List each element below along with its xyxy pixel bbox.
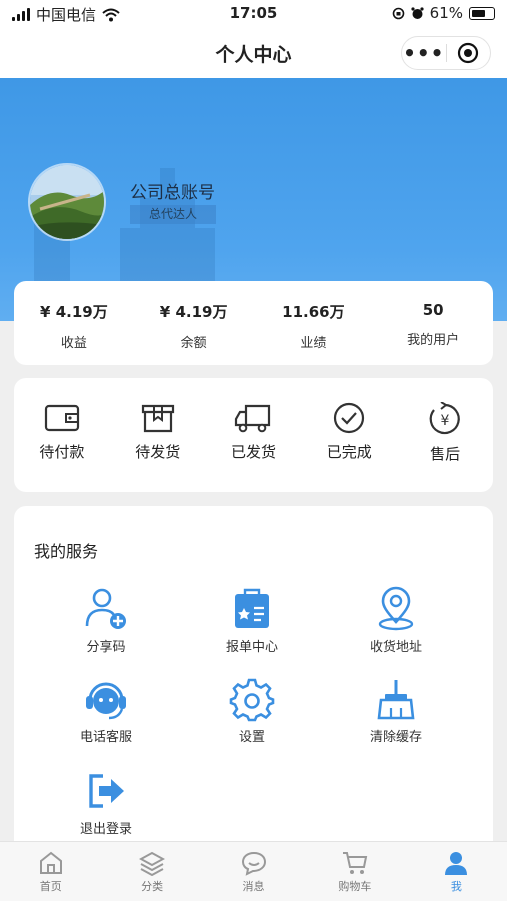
service-logout[interactable]: 退出登录 [26, 768, 186, 837]
services-card: 我的服务 分享码 报单中心 收货地址 电话客服 设置 清除缓存 退出登录 [14, 506, 493, 886]
order-label: 售后 [430, 445, 461, 463]
service-label: 电话客服 [79, 730, 132, 745]
tab-label: 分类 [141, 880, 164, 893]
tab-bar: 首页 分类 消息 购物车 我 [0, 841, 507, 901]
tab-me[interactable]: 我 [406, 842, 507, 901]
service-label: 退出登录 [79, 822, 132, 837]
role-badge: 总代达人 [130, 205, 216, 224]
svg-text:¥: ¥ [441, 413, 450, 429]
logout-icon [89, 774, 124, 808]
stat-label: 我的用户 [407, 333, 460, 348]
order-after-sales[interactable]: ¥ 售后 [397, 378, 493, 492]
layers-icon [139, 851, 166, 876]
service-label: 报单中心 [225, 640, 278, 655]
cart-icon [342, 852, 368, 874]
user-icon [445, 852, 468, 875]
service-settings[interactable]: 设置 [172, 676, 332, 745]
stat-value: ¥ 4.19万 [159, 303, 228, 321]
stat-my-users[interactable]: 50 我的用户 [373, 281, 493, 365]
tab-label: 消息 [242, 880, 265, 893]
service-phone-support[interactable]: 电话客服 [26, 676, 186, 745]
check-circle-icon [334, 402, 365, 434]
stat-value: ¥ 4.19万 [40, 303, 108, 321]
order-completed[interactable]: 已完成 [301, 378, 397, 492]
battery-percent: 61% [429, 4, 463, 22]
refund-icon: ¥ [429, 402, 460, 435]
more-button[interactable]: ••• [402, 37, 446, 69]
stat-balance[interactable]: ¥ 4.19万 余额 [134, 281, 254, 365]
service-order-center[interactable]: 报单中心 [172, 586, 332, 655]
status-bar: 中国电信 17:05 61% [0, 0, 507, 28]
headset-icon [86, 682, 126, 720]
order-bag-icon [235, 588, 269, 628]
stat-performance[interactable]: 11.66万 业绩 [254, 281, 374, 365]
target-icon [458, 42, 479, 64]
wallet-icon [44, 404, 79, 432]
order-shipped[interactable]: 已发货 [206, 378, 302, 492]
service-label: 收货地址 [369, 640, 422, 655]
orders-card: 待付款 待发货 已发货 已完成 ¥ 售后 [14, 378, 493, 492]
broom-icon [377, 680, 415, 720]
close-button[interactable] [447, 42, 491, 64]
mini-program-capsule: ••• [401, 36, 491, 70]
tab-label: 我 [450, 880, 462, 893]
order-label: 待付款 [39, 443, 85, 461]
gear-icon [229, 678, 275, 722]
service-share-code[interactable]: 分享码 [26, 586, 186, 655]
battery-icon [469, 6, 495, 20]
order-label: 已发货 [230, 443, 276, 461]
tab-label: 首页 [39, 880, 62, 893]
service-shipping-address[interactable]: 收货地址 [316, 586, 476, 655]
alarm-icon [411, 6, 424, 19]
avatar-image [30, 165, 104, 239]
status-right: 61% [392, 4, 495, 22]
box-icon [141, 404, 174, 433]
nav-bar: 个人中心 ••• [0, 28, 507, 78]
stat-label: 余额 [180, 336, 207, 351]
service-label: 设置 [238, 730, 265, 745]
stat-earnings[interactable]: ¥ 4.19万 收益 [14, 281, 134, 365]
message-icon [241, 851, 266, 876]
order-pending-payment[interactable]: 待付款 [14, 378, 110, 492]
location-icon [378, 586, 414, 631]
avatar[interactable] [28, 163, 106, 241]
tab-label: 购物车 [338, 880, 372, 893]
stats-card: ¥ 4.19万 收益 ¥ 4.19万 余额 11.66万 业绩 50 我的用户 [14, 281, 493, 365]
service-clear-cache[interactable]: 清除缓存 [316, 676, 476, 745]
stat-label: 业绩 [300, 336, 327, 351]
service-label: 分享码 [86, 640, 126, 655]
tab-messages[interactable]: 消息 [203, 842, 304, 901]
tab-cart[interactable]: 购物车 [304, 842, 405, 901]
order-label: 待发货 [135, 443, 181, 461]
tab-category[interactable]: 分类 [101, 842, 202, 901]
stat-value: 11.66万 [282, 303, 345, 321]
orientation-lock-icon [392, 7, 404, 19]
order-label: 已完成 [326, 443, 372, 461]
home-icon [39, 851, 62, 874]
order-pending-shipment[interactable]: 待发货 [110, 378, 206, 492]
services-title: 我的服务 [34, 542, 99, 561]
stat-label: 收益 [60, 336, 87, 351]
username: 公司总账号 [130, 183, 215, 203]
tab-home[interactable]: 首页 [0, 842, 101, 901]
truck-icon [235, 404, 271, 433]
add-user-icon [85, 588, 126, 629]
service-label: 清除缓存 [369, 730, 422, 745]
stat-value: 50 [422, 301, 444, 319]
